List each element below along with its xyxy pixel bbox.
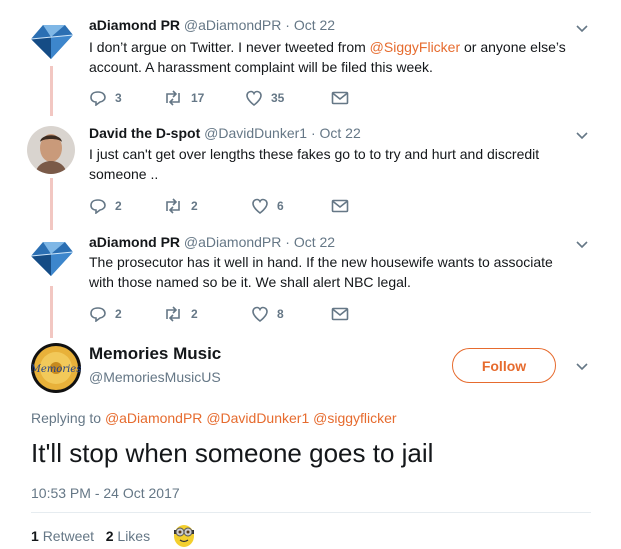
separator-dot: · xyxy=(285,17,290,33)
main-tweet-text: It'll stop when someone goes to jail xyxy=(31,438,434,468)
message-button[interactable] xyxy=(331,304,357,324)
mention-link[interactable]: @DavidDunker1 xyxy=(206,410,309,426)
reply-button[interactable]: 2 xyxy=(89,196,122,216)
avatar[interactable] xyxy=(27,126,75,174)
chevron-down-icon[interactable] xyxy=(575,129,589,143)
author-handle[interactable]: @aDiamondPR xyxy=(184,234,281,250)
diamond-avatar-icon xyxy=(27,17,75,65)
mention-link[interactable]: @siggyflicker xyxy=(313,410,396,426)
reply-icon xyxy=(90,199,106,214)
author-name[interactable]: David the D-spot xyxy=(89,125,200,141)
like-button[interactable]: 6 xyxy=(251,196,284,216)
tweet-date[interactable]: Oct 22 xyxy=(294,17,335,33)
diamond-avatar-icon xyxy=(27,234,75,282)
tweet[interactable]: David the D-spot @DavidDunker1 · Oct 22 … xyxy=(0,115,621,230)
tweet-date[interactable]: Oct 22 xyxy=(294,234,335,250)
avatar[interactable] xyxy=(27,234,75,282)
tweet-actions: 3 17 35 xyxy=(89,88,389,108)
avatar[interactable]: Memories xyxy=(31,343,81,393)
retweet-button[interactable]: 2 xyxy=(163,196,198,216)
replying-prefix: Replying to xyxy=(31,410,102,426)
record-logo-icon: Memories xyxy=(31,343,81,393)
reply-button[interactable]: 3 xyxy=(89,88,122,108)
retweet-icon xyxy=(166,306,180,322)
reply-count: 2 xyxy=(115,307,122,321)
heart-icon xyxy=(246,90,262,106)
reply-icon xyxy=(90,91,106,106)
author-handle[interactable]: @DavidDunker1 xyxy=(204,125,307,141)
tweet[interactable]: aDiamond PR @aDiamondPR · Oct 22 I don’t… xyxy=(0,0,621,115)
retweet-stat[interactable]: 1 Retweet xyxy=(31,528,94,544)
reply-count: 2 xyxy=(115,199,122,213)
tweet-text-part: I don’t argue on Twitter. I never tweete… xyxy=(89,39,370,55)
author-name[interactable]: aDiamond PR xyxy=(89,234,180,250)
tweet-timestamp[interactable]: 10:53 PM - 24 Oct 2017 xyxy=(31,485,180,501)
retweet-count: 17 xyxy=(191,91,205,105)
tweet-actions: 2 2 6 xyxy=(89,196,389,216)
tweet[interactable]: aDiamond PR @aDiamondPR · Oct 22 The pro… xyxy=(0,230,621,338)
chevron-down-icon[interactable] xyxy=(575,238,589,252)
retweet-stat-count: 1 xyxy=(31,528,39,544)
envelope-icon xyxy=(331,91,349,105)
like-stat-label: Likes xyxy=(117,528,151,544)
envelope-icon xyxy=(331,199,349,213)
like-button[interactable]: 8 xyxy=(251,304,284,324)
mention-link[interactable]: @SiggyFlicker xyxy=(370,39,460,55)
tweet-date[interactable]: Oct 22 xyxy=(320,125,361,141)
tweet-header: aDiamond PR @aDiamondPR · Oct 22 xyxy=(89,234,335,250)
author-handle[interactable]: @MemoriesMusicUS xyxy=(89,369,221,385)
tweet-actions: 2 2 8 xyxy=(89,304,389,324)
envelope-icon xyxy=(331,307,349,321)
tweet-header: David the D-spot @DavidDunker1 · Oct 22 xyxy=(89,125,361,141)
logo-text: Memories xyxy=(31,364,81,375)
like-count: 8 xyxy=(277,307,284,321)
author-name[interactable]: aDiamond PR xyxy=(89,17,180,33)
like-stat-count: 2 xyxy=(105,528,114,544)
chevron-down-icon[interactable] xyxy=(575,360,589,374)
profile-photo-icon xyxy=(27,126,75,174)
retweet-count: 2 xyxy=(191,307,198,321)
retweet-icon xyxy=(166,198,180,214)
reply-icon xyxy=(90,307,106,322)
retweet-button[interactable]: 17 xyxy=(163,88,204,108)
tweet-text: The prosecutor has it well in hand. If t… xyxy=(89,254,553,290)
author-handle[interactable]: @aDiamondPR xyxy=(184,17,281,33)
heart-icon xyxy=(252,306,268,322)
avatar[interactable] xyxy=(27,17,75,65)
tweet-stats: 1 Retweet 2 Likes xyxy=(31,528,150,544)
chevron-down-icon[interactable] xyxy=(575,22,589,36)
like-count: 6 xyxy=(277,199,284,213)
like-stat[interactable]: 2 Likes xyxy=(106,528,150,544)
message-button[interactable] xyxy=(331,196,357,216)
retweet-button[interactable]: 2 xyxy=(163,304,198,324)
author-name[interactable]: Memories Music xyxy=(89,344,221,364)
tweet-text: I just can't get over lengths these fake… xyxy=(89,146,540,182)
mention-link[interactable]: @aDiamondPR xyxy=(105,410,202,426)
replying-to: Replying to @aDiamondPR @DavidDunker1 @s… xyxy=(31,410,397,426)
like-button[interactable]: 35 xyxy=(245,88,284,108)
tweet-header: aDiamond PR @aDiamondPR · Oct 22 xyxy=(89,17,335,33)
like-count: 35 xyxy=(271,91,285,105)
reply-count: 3 xyxy=(115,91,122,105)
heart-icon xyxy=(252,198,268,214)
separator-dot: · xyxy=(285,234,290,250)
retweet-stat-label: Retweet xyxy=(42,528,95,544)
minion-avatar-icon xyxy=(170,520,198,548)
divider xyxy=(31,512,591,513)
reply-button[interactable]: 2 xyxy=(89,304,122,324)
follow-button[interactable]: Follow xyxy=(452,348,556,383)
separator-dot: · xyxy=(310,125,316,141)
retweet-count: 2 xyxy=(191,199,198,213)
message-button[interactable] xyxy=(331,88,357,108)
retweet-icon xyxy=(166,90,180,106)
tweet-text: I don’t argue on Twitter. I never tweete… xyxy=(89,37,579,77)
liker-avatar[interactable] xyxy=(170,520,198,548)
